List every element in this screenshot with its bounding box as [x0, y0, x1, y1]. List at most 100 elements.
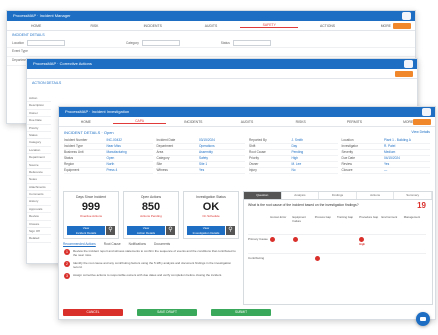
field-value[interactable]: 04/15/2024 [384, 156, 430, 161]
field-value[interactable]: Near Miss [106, 144, 152, 149]
matrix-cell[interactable] [315, 235, 337, 237]
sidebar-item[interactable]: Department [27, 154, 51, 162]
matrix-cell[interactable] [270, 235, 292, 243]
save-draft-button[interactable]: SAVE DRAFT [137, 309, 197, 316]
tab-recommended-actions[interactable]: Recommended Actions [63, 242, 96, 246]
field-value[interactable]: Day [291, 144, 337, 149]
field-value[interactable]: INC-00432 [106, 138, 152, 143]
panel-tab-question[interactable]: Question [244, 192, 282, 199]
middle-window-toolbar [27, 69, 417, 79]
field-value[interactable]: Open [106, 156, 152, 161]
sidebar-item[interactable]: Status [27, 132, 51, 140]
sidebar-item[interactable]: Attachments [27, 184, 51, 192]
chat-button[interactable] [416, 312, 430, 326]
sidebar-item[interactable]: Source [27, 162, 51, 169]
field-value[interactable]: North [106, 162, 152, 167]
sidebar-item[interactable]: Description [27, 102, 51, 110]
view-details-link[interactable]: View Details [411, 130, 430, 134]
sidebar-item[interactable]: Closure [27, 221, 51, 229]
matrix-cell[interactable] [382, 235, 404, 237]
search-icon[interactable]: ⚲ [106, 226, 115, 235]
panel-tab-actions[interactable]: Actions [357, 192, 395, 199]
matrix-cell[interactable] [292, 235, 315, 243]
nav-incidents[interactable]: INCIDENTS [166, 120, 220, 124]
nav-audits[interactable]: AUDITS [182, 24, 240, 28]
field-value[interactable]: High [291, 156, 337, 161]
matrix-cell[interactable] [359, 254, 381, 256]
sidebar-item[interactable]: Location [27, 147, 51, 155]
field-value[interactable]: Yes [384, 162, 430, 167]
sidebar-item[interactable]: Approvals [27, 206, 51, 214]
field-value[interactable]: Yes [199, 168, 245, 173]
nav-permits[interactable]: PERMITS [328, 120, 382, 124]
new-button[interactable] [393, 22, 411, 29]
field-value[interactable]: Safety [199, 156, 245, 161]
new-action-button[interactable] [395, 70, 413, 77]
field-value[interactable]: No [291, 168, 337, 173]
matrix-cell[interactable] [337, 235, 359, 237]
matrix-cell[interactable] [270, 254, 292, 256]
sidebar-item[interactable]: Action [27, 95, 51, 103]
card-view-button[interactable]: View Action Details [127, 226, 165, 235]
field-value[interactable]: Plant 1 - Building A [384, 138, 430, 143]
nav-home[interactable]: HOME [7, 24, 65, 28]
nav-capa[interactable]: CAPA [112, 119, 167, 124]
card-view-button[interactable]: View Investigation Details [187, 226, 225, 235]
tab-documents[interactable]: Documents [154, 242, 170, 246]
panel-tab-summary[interactable]: Summary [394, 192, 432, 199]
sidebar-item[interactable]: History [27, 198, 51, 206]
matrix-cell[interactable]: High [359, 235, 381, 246]
matrix-cell[interactable] [382, 254, 404, 256]
tab-root-cause[interactable]: Root Cause [104, 242, 121, 246]
sidebar-item[interactable]: Owner [27, 110, 51, 118]
field-value[interactable]: Manufacturing [106, 150, 152, 155]
nav-actions[interactable]: ACTIONS [298, 24, 356, 28]
category-input[interactable] [141, 40, 180, 46]
cancel-button[interactable]: CANCEL [63, 309, 123, 316]
new-incident-button[interactable] [413, 118, 431, 125]
field-value[interactable]: — [384, 168, 430, 173]
field-value[interactable]: Site 1 [199, 162, 245, 167]
search-icon[interactable]: ⚲ [166, 226, 175, 235]
nav-incidents[interactable]: INCIDENTS [124, 24, 182, 28]
sidebar-item[interactable]: Due Date [27, 117, 51, 125]
nav-risks[interactable]: RISKS [274, 120, 328, 124]
sidebar-item[interactable]: Sign Off [27, 228, 51, 236]
search-icon[interactable]: ⚲ [226, 226, 235, 235]
sidebar-item[interactable]: Notes [27, 176, 51, 184]
panel-tab-analysis[interactable]: Analysis [282, 192, 320, 199]
card-view-button[interactable]: View Incident Details [67, 226, 105, 235]
field-value[interactable]: Operations [199, 144, 245, 149]
sidebar-item[interactable]: Category [27, 139, 51, 147]
matrix-cell[interactable] [404, 254, 426, 256]
sidebar-item[interactable]: Comments [27, 191, 51, 199]
matrix-column-header: Procedure Gap [359, 215, 379, 219]
field-value[interactable]: R. Patel [384, 144, 430, 149]
field-label: Review [341, 162, 352, 166]
field-value[interactable]: 03/15/2024 [199, 138, 245, 143]
nav-home[interactable]: HOME [59, 120, 113, 124]
field-value[interactable]: Medium [384, 150, 430, 155]
matrix-cell[interactable] [404, 235, 426, 237]
field-value[interactable]: Press 4 [106, 168, 152, 173]
nav-risk[interactable]: RISK [65, 24, 123, 28]
tab-notifications[interactable]: Notifications [129, 242, 146, 246]
matrix-cell[interactable] [293, 254, 315, 256]
panel-tabs: Question Analysis Findings Actions Summa… [244, 192, 432, 200]
location-input[interactable] [27, 40, 66, 46]
sidebar-item[interactable]: Review [27, 213, 51, 221]
matrix-cell[interactable] [337, 254, 359, 256]
field-value[interactable]: Pending [291, 150, 337, 155]
field-value[interactable]: M. Lee [291, 162, 337, 167]
sidebar-item[interactable]: Related [27, 235, 51, 243]
matrix-cell[interactable] [314, 254, 337, 262]
panel-tab-findings[interactable]: Findings [319, 192, 357, 199]
field-value[interactable]: J. Smith [291, 138, 337, 143]
nav-safety[interactable]: SAFETY [240, 23, 299, 28]
submit-button[interactable]: SUBMIT [211, 309, 271, 316]
sidebar-item[interactable]: Priority [27, 125, 51, 132]
status-input[interactable] [232, 40, 271, 46]
sidebar-item[interactable]: Reference [27, 169, 51, 177]
field-value[interactable]: Assembly [199, 150, 245, 155]
nav-audits[interactable]: AUDITS [220, 120, 274, 124]
